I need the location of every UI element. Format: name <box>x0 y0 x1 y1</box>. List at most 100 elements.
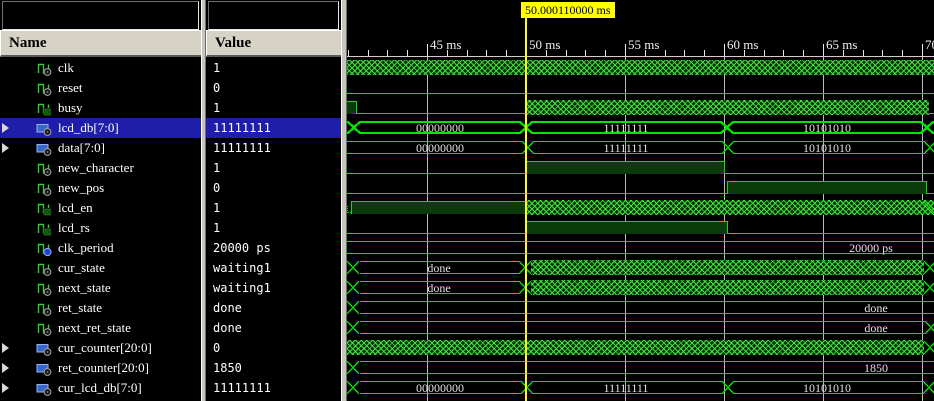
wave-low-line <box>347 93 934 94</box>
signal-row-lcd_en[interactable]: lcd_en <box>0 198 201 218</box>
expand-arrow-icon[interactable] <box>2 383 12 393</box>
wave-high-pulse <box>347 101 357 114</box>
wave-ret_counter[interactable]: 1850 <box>347 358 934 378</box>
signal-name-label: clk <box>58 60 74 76</box>
name-column-header: Name <box>0 30 201 57</box>
signal-row-ret_counter[interactable]: ret_counter[20:0] <box>0 358 201 378</box>
wave-panel: 45 ms 50 ms 55 ms 60 ms 65 ms 70 ms <box>347 0 934 401</box>
wave-toggling-band <box>531 280 924 295</box>
signal-name-label: next_state <box>58 280 111 296</box>
signal-row-next_state[interactable]: next_state <box>0 278 201 298</box>
signal-value: 11111111 <box>206 118 341 138</box>
wave-transition-x <box>347 121 361 134</box>
wave-low-line <box>357 113 526 114</box>
expand-arrow-icon[interactable] <box>2 363 12 373</box>
signal-name-label: lcd_db[7:0] <box>58 120 119 136</box>
wave-low-line <box>347 173 526 174</box>
wave-lcd_en[interactable] <box>347 198 934 218</box>
value-panel: Value 1 0 1 11111111 11111111 1 0 1 1 20… <box>206 0 341 401</box>
signal-name-label: busy <box>58 100 83 116</box>
expand-arrow-icon[interactable] <box>2 123 12 133</box>
signal-row-cur_counter[interactable]: cur_counter[20:0] <box>0 338 201 358</box>
wave-data[interactable]: 00000000 11111111 10101010 <box>347 138 934 158</box>
wave-low-line <box>929 113 934 114</box>
timeline-tick-label: 45 ms <box>430 37 461 53</box>
expand-arrow-icon[interactable] <box>2 143 12 153</box>
bus-icon <box>36 141 52 156</box>
wave-cur_state[interactable]: done <box>347 258 934 278</box>
signal-value: 11111111 <box>206 378 341 398</box>
timeline-tick-label: 50 ms <box>529 37 560 53</box>
expand-arrow-icon[interactable] <box>2 343 12 353</box>
wave-toggling-band <box>526 200 934 215</box>
wave-new_character[interactable] <box>347 158 934 178</box>
wave-cur_lcd_db[interactable]: 00000000 11111111 10101010 <box>347 378 934 398</box>
signal-name-list: clk reset busy lcd_d <box>0 58 201 398</box>
value-column-header-label: Value <box>215 35 251 52</box>
signal-row-reset[interactable]: reset <box>0 78 201 98</box>
signal-value: 1 <box>206 218 341 238</box>
wave-lcd_db[interactable]: 00000000 11111111 10101010 <box>347 118 934 138</box>
wave-transition-x <box>720 121 734 134</box>
signal-row-lcd_rs[interactable]: lcd_rs <box>0 218 201 238</box>
signal-output-icon <box>36 101 52 116</box>
signal-value: 20000 ps <box>206 238 341 258</box>
wave-new_pos[interactable] <box>347 178 934 198</box>
waveform-viewer-window: Name clk reset <box>0 0 934 401</box>
signal-name-label: lcd_rs <box>58 220 90 236</box>
signal-row-ret_state[interactable]: ret_state <box>0 298 201 318</box>
timeline-ruler[interactable]: 45 ms 50 ms 55 ms 60 ms 65 ms 70 ms <box>347 0 934 57</box>
signal-row-lcd_db[interactable]: lcd_db[7:0] <box>0 118 201 138</box>
signal-value-list: 1 0 1 11111111 11111111 1 0 1 1 20000 ps… <box>206 58 341 398</box>
wave-high-band <box>526 161 725 174</box>
wave-cur_counter[interactable] <box>347 338 934 358</box>
time-cursor-line[interactable] <box>525 18 527 401</box>
signal-output-icon <box>36 221 52 236</box>
wave-next_ret_state[interactable]: done <box>347 318 934 338</box>
signal-output-icon <box>36 201 52 216</box>
signal-value: 1 <box>206 58 341 78</box>
wave-value-label: 20000 ps <box>811 241 931 255</box>
wave-value-label: 00000000 <box>380 141 500 155</box>
signal-row-data[interactable]: data[7:0] <box>0 138 201 158</box>
signal-value: 1 <box>206 98 341 118</box>
wave-low-line <box>728 233 934 234</box>
signal-row-clk[interactable]: clk <box>0 58 201 78</box>
wave-transition-x <box>522 141 534 154</box>
wave-toggling-band <box>347 60 934 75</box>
wave-ret_state[interactable]: done <box>347 298 934 318</box>
signal-row-next_ret_state[interactable]: next_ret_state <box>0 318 201 338</box>
wave-value-label: 1850 <box>816 361 934 375</box>
signal-internal-icon <box>36 301 52 316</box>
wave-busy[interactable] <box>347 98 934 118</box>
name-column-header-label: Name <box>9 35 47 52</box>
signal-input-icon <box>36 181 52 196</box>
wave-clk_period[interactable]: 20000 ps <box>347 238 934 258</box>
wave-clk[interactable] <box>347 58 934 78</box>
signal-input-icon <box>36 61 52 76</box>
signal-input-icon <box>36 81 52 96</box>
signal-row-new_pos[interactable]: new_pos <box>0 178 201 198</box>
wave-value-label: 11111111 <box>566 121 686 135</box>
wave-value-label: 10101010 <box>767 141 887 155</box>
wave-next_state[interactable]: done <box>347 278 934 298</box>
signal-row-busy[interactable]: busy <box>0 98 201 118</box>
signal-row-new_character[interactable]: new_character <box>0 158 201 178</box>
wave-lcd_rs[interactable] <box>347 218 934 238</box>
signal-name-label: new_character <box>58 160 134 176</box>
cursor-time-label: 50.000110000 ms <box>521 2 615 18</box>
signal-internal-icon <box>36 321 52 336</box>
signal-name-label: data[7:0] <box>58 140 105 156</box>
signal-name-label: clk_period <box>58 240 114 256</box>
signal-row-cur_state[interactable]: cur_state <box>0 258 201 278</box>
wave-value-label: 11111111 <box>566 381 686 395</box>
signal-row-clk_period[interactable]: clk_period <box>0 238 201 258</box>
wave-high-band <box>351 201 526 214</box>
wave-transition-x <box>722 381 734 394</box>
wave-low-line <box>927 193 934 194</box>
wave-transition-x <box>722 141 734 154</box>
signal-row-cur_lcd_db[interactable]: cur_lcd_db[7:0] <box>0 378 201 398</box>
signal-input-icon <box>36 161 52 176</box>
signal-name-label: ret_state <box>58 300 102 316</box>
wave-reset[interactable] <box>347 78 934 98</box>
